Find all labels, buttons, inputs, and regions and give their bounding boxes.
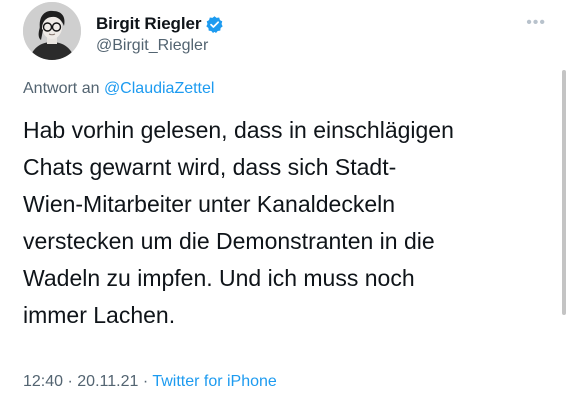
tweet-meta: 12:40 · 20.11.21 · Twitter for iPhone	[23, 373, 277, 391]
tweet-line: verstecken um die Demonstranten in die	[23, 228, 435, 254]
author-handle[interactable]: @Birgit_Riegler	[96, 37, 208, 55]
reply-context: Antwort an @ClaudiaZettel	[23, 80, 214, 98]
tweet-line: Wien-Mitarbeiter unter Kanaldeckeln	[23, 191, 396, 217]
verified-badge-icon	[205, 15, 224, 34]
reply-mention-link[interactable]: @ClaudiaZettel	[104, 80, 215, 97]
author-row[interactable]: Birgit Riegler	[96, 13, 224, 35]
profile-photo	[23, 2, 81, 60]
tweet-source-link[interactable]: Twitter for iPhone	[152, 373, 277, 390]
tweet-line: Chats gewarnt wird, dass sich Stadt-	[23, 154, 397, 180]
tweet-line: Wadeln zu impfen. Und ich muss noch	[23, 265, 415, 291]
meta-separator: ·	[67, 373, 73, 390]
tweet-date[interactable]: 20.11.21	[77, 373, 138, 390]
tweet-text: Hab vorhin gelesen, dass in einschlägige…	[23, 112, 548, 334]
avatar[interactable]	[23, 2, 81, 60]
display-name[interactable]: Birgit Riegler	[96, 14, 201, 34]
tweet-time[interactable]: 12:40	[23, 373, 63, 390]
more-options-icon[interactable]: •••	[526, 14, 546, 32]
tweet-line: immer Lachen.	[23, 302, 176, 328]
reply-prefix: Antwort an	[23, 80, 100, 97]
scrollbar[interactable]	[562, 70, 566, 315]
meta-separator: ·	[142, 373, 149, 390]
tweet-line: Hab vorhin gelesen, dass in einschlägige…	[23, 117, 454, 143]
